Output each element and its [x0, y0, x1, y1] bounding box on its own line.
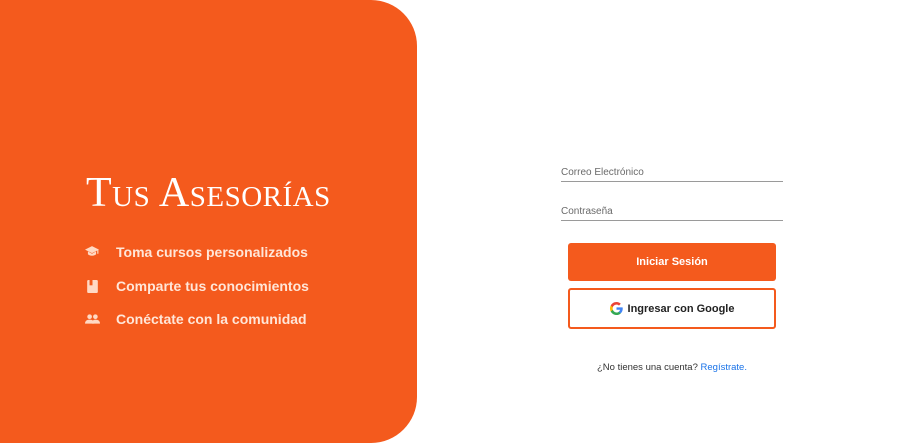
feature-item-share: Comparte tus conocimientos	[84, 278, 309, 294]
brand-title: Tus Asesorías	[86, 170, 331, 216]
hero-panel: Tus Asesorías Toma cursos personalizados…	[0, 0, 417, 443]
signup-prompt: ¿No tienes una cuenta? Regístrate.	[560, 362, 784, 373]
graduation-cap-icon	[84, 244, 100, 260]
feature-label: Toma cursos personalizados	[116, 244, 308, 260]
feature-item-courses: Toma cursos personalizados	[84, 244, 308, 260]
feature-label: Conéctate con la comunidad	[116, 311, 307, 327]
feature-label: Comparte tus conocimientos	[116, 278, 309, 294]
password-input[interactable]	[561, 206, 783, 220]
email-input[interactable]	[561, 167, 783, 181]
login-button-label: Iniciar Sesión	[636, 256, 708, 268]
signup-link[interactable]: Regístrate.	[701, 362, 747, 373]
signup-text: ¿No tienes una cuenta?	[597, 362, 698, 373]
google-icon	[609, 302, 623, 315]
google-button-label: Ingresar con Google	[627, 302, 735, 315]
password-field	[561, 201, 783, 221]
email-field	[561, 162, 783, 182]
people-icon	[84, 311, 100, 327]
book-icon	[84, 278, 100, 294]
login-button[interactable]: Iniciar Sesión	[568, 243, 776, 281]
google-login-button[interactable]: Ingresar con Google	[568, 288, 776, 329]
feature-item-community: Conéctate con la comunidad	[84, 311, 307, 327]
